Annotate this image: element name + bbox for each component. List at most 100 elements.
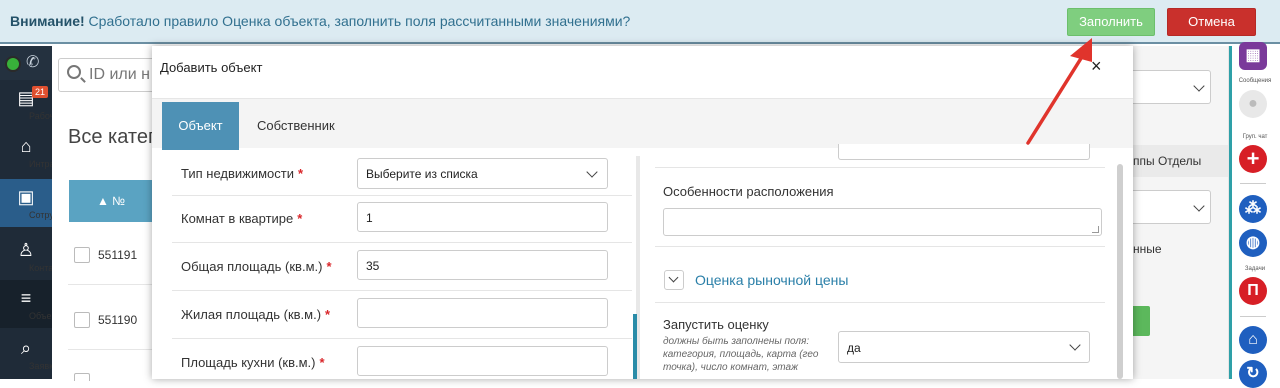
location-label: Особенности расположения <box>663 184 834 199</box>
label-text: Жилая площадь (кв.м.) <box>181 307 322 322</box>
location-textarea[interactable] <box>663 208 1102 236</box>
rail-separator <box>1240 316 1266 317</box>
row-divider <box>172 290 632 291</box>
run-valuation-label: Запустить оценку <box>663 317 769 332</box>
tab-object[interactable]: Объект <box>162 102 239 150</box>
row-id: 551190 <box>98 313 138 327</box>
total-area-input[interactable]: 35 <box>357 250 608 280</box>
table-row[interactable]: 551191 <box>68 245 152 285</box>
search-input[interactable]: ID или н <box>58 58 158 92</box>
fill-button[interactable]: Заполнить <box>1067 8 1155 36</box>
row-checkbox[interactable] <box>74 312 90 328</box>
field-label-property-type: Тип недвижимости * <box>181 166 303 181</box>
field-label-total-area: Общая площадь (кв.м.) * <box>181 259 332 274</box>
close-icon[interactable]: × <box>1091 56 1102 76</box>
required-mark: * <box>298 166 304 181</box>
required-mark: * <box>319 355 325 370</box>
label-text: Тип недвижимости <box>181 166 295 181</box>
row-id: 551191 <box>98 248 138 262</box>
column-header-number[interactable]: ▲ № <box>69 180 153 222</box>
group-chat-label: Груп. чат <box>1242 134 1268 140</box>
group-select[interactable] <box>1133 190 1211 224</box>
section-toggle[interactable] <box>664 270 684 290</box>
filter-select[interactable] <box>1133 70 1211 104</box>
add-icon[interactable]: + <box>1239 145 1267 173</box>
home-icon[interactable]: ⌂ <box>1239 326 1267 354</box>
required-mark: * <box>297 211 303 226</box>
panel-text: нные <box>1133 242 1162 256</box>
nav-item-intranet[interactable]: ⌂ Интранет <box>0 128 69 176</box>
table-row[interactable] <box>68 371 152 381</box>
table-row[interactable]: 551190 <box>68 310 152 350</box>
nav-item-contacts[interactable]: ♙ Контакты <box>0 232 68 280</box>
row-divider <box>172 242 632 243</box>
tab-owner[interactable]: Собственник <box>257 102 335 150</box>
chevron-down-icon <box>1069 339 1081 351</box>
search-icon: ⌕ <box>20 338 32 358</box>
add-object-modal: Добавить объект × Объект Собственник Тип… <box>152 46 1133 379</box>
chevron-down-icon <box>1193 80 1205 92</box>
partial-input[interactable] <box>838 144 1090 160</box>
search-placeholder: ID или н <box>89 66 150 83</box>
row-divider <box>655 302 1105 303</box>
refresh-icon[interactable]: ↻ <box>1239 360 1267 388</box>
users-icon[interactable]: ⁂ <box>1239 195 1267 223</box>
nav-top-bar: ✆ <box>0 46 52 80</box>
globe-icon[interactable]: ◍ <box>1239 229 1267 257</box>
label-text: Площадь кухни (кв.м.) <box>181 355 316 370</box>
search-icon <box>67 65 81 79</box>
required-mark: * <box>326 259 332 274</box>
alert-text: Сработало правило Оценка объекта, заполн… <box>88 13 631 29</box>
label-text: Комнат в квартире <box>181 211 294 226</box>
field-label-living-area: Жилая площадь (кв.м.) * <box>181 307 330 322</box>
calendar-icon[interactable]: ▦ <box>1239 42 1267 70</box>
label-text: Общая площадь (кв.м.) <box>181 259 323 274</box>
property-type-select[interactable]: Выберите из списка <box>357 158 608 189</box>
kitchen-area-input[interactable] <box>357 346 608 376</box>
user-icon: ♙ <box>17 240 35 260</box>
field-label-kitchen-area: Площадь кухни (кв.м.) * <box>181 355 325 370</box>
living-area-input[interactable] <box>357 298 608 328</box>
messages-label: Сообщения <box>1238 78 1272 84</box>
rail-divider <box>1229 46 1232 379</box>
group-tabs[interactable]: ппы Отделы <box>1133 145 1228 177</box>
notification-badge: 21 <box>32 86 49 98</box>
home-icon: ⌂ <box>20 136 32 156</box>
nav-item-employees[interactable]: ▣ Сотрудн... <box>0 179 71 227</box>
row-divider <box>172 338 632 339</box>
chevron-down-icon <box>668 272 679 283</box>
run-valuation-hint: должны быть заполнены поля: категория, п… <box>663 336 819 373</box>
row-divider <box>655 246 1105 247</box>
rail-separator <box>1240 183 1266 184</box>
chevron-down-icon <box>586 166 598 178</box>
row-divider <box>172 195 632 196</box>
row-divider <box>655 167 1105 168</box>
tasks-icon[interactable]: П <box>1239 277 1267 305</box>
globe-icon[interactable] <box>5 56 21 72</box>
tasks-label: Задачи <box>1244 266 1266 272</box>
select-value: Выберите из списка <box>366 167 478 181</box>
alert-message: Внимание! Сработало правило Оценка объек… <box>10 13 630 29</box>
chevron-down-icon <box>1193 200 1205 212</box>
field-label-rooms: Комнат в квартире * <box>181 211 302 226</box>
right-scrollbar[interactable] <box>1117 164 1123 379</box>
select-value: да <box>847 341 861 355</box>
avatar[interactable]: ● <box>1239 90 1267 118</box>
phone-icon[interactable]: ✆ <box>26 54 42 72</box>
green-button[interactable] <box>1133 306 1150 336</box>
page-title: Все катег <box>68 126 156 148</box>
cancel-button[interactable]: Отмена <box>1167 8 1256 36</box>
rooms-input[interactable]: 1 <box>357 202 608 232</box>
row-checkbox[interactable] <box>74 373 90 381</box>
run-valuation-select[interactable]: да <box>838 331 1090 363</box>
left-scrollbar[interactable] <box>633 314 637 379</box>
nav-item-requests[interactable]: ⌕ Заявки <box>0 330 58 378</box>
section-title[interactable]: Оценка рыночной цены <box>695 272 848 288</box>
required-mark: * <box>325 307 331 322</box>
row-checkbox[interactable] <box>74 247 90 263</box>
alert-prefix: Внимание! <box>10 13 85 29</box>
alert-bar: Внимание! Сработало правило Оценка объек… <box>0 0 1280 44</box>
nav-item-objects[interactable]: ≡ Объекты <box>0 280 66 328</box>
id-card-icon: ▣ <box>17 187 35 207</box>
modal-title: Добавить объект <box>160 60 263 75</box>
